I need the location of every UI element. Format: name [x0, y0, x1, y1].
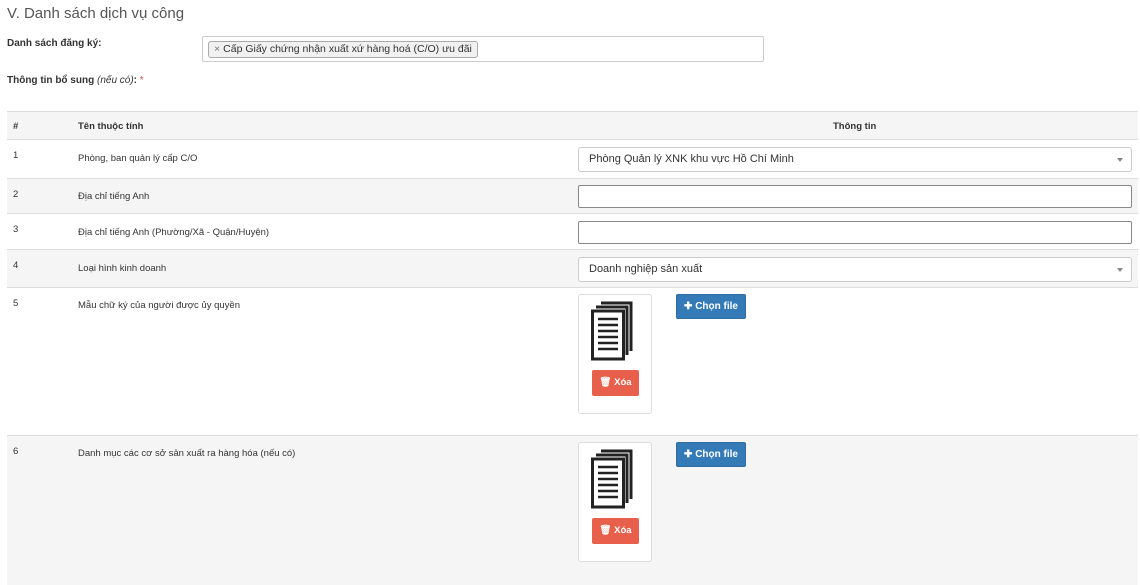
row-name: Mẫu chữ ký của người được ủy quyền [78, 300, 240, 311]
choose-file-button[interactable]: ✚ Chọn file [676, 294, 746, 319]
row-num: 5 [13, 298, 19, 309]
office-select[interactable]: Phòng Quản lý XNK khu vực Hồ Chí Minh [578, 147, 1132, 172]
delete-label: Xóa [614, 525, 632, 536]
header-num: # [13, 121, 19, 132]
registration-label: Danh sách đăng ký: [7, 38, 102, 49]
chevron-down-icon [1117, 268, 1123, 272]
table-row: 2 Địa chỉ tiếng Anh [7, 178, 1138, 213]
extra-info-label: Thông tin bổ sung (nếu có): * [7, 75, 144, 86]
business-type-select[interactable]: Doanh nghiệp sản xuất [578, 257, 1132, 282]
delete-file-button[interactable]: 🗑 Xóa [592, 370, 639, 396]
table-row: 3 Địa chỉ tiếng Anh (Phường/Xã - Quận/Hu… [7, 213, 1138, 249]
tag-label: Cấp Giấy chứng nhận xuất xứ hàng hoá (C/… [223, 43, 472, 55]
registration-multiselect[interactable]: × Cấp Giấy chứng nhận xuất xứ hàng hoá (C… [202, 36, 764, 62]
required-mark: * [139, 75, 144, 86]
row-name: Địa chỉ tiếng Anh [78, 191, 150, 202]
choose-file-button[interactable]: ✚ Chọn file [676, 442, 746, 467]
table-row: 1 Phòng, ban quản lý cấp C/O Phòng Quản … [7, 139, 1138, 178]
header-name: Tên thuộc tính [78, 121, 144, 132]
delete-label: Xóa [614, 377, 632, 388]
optional-hint: (nếu có) [96, 75, 134, 86]
row-num: 3 [13, 224, 19, 235]
row-num: 4 [13, 260, 19, 271]
row-num: 1 [13, 150, 19, 161]
row-name: Loại hình kinh doanh [78, 263, 167, 274]
chevron-down-icon [1117, 158, 1123, 162]
row-name: Danh mục các cơ sở sản xuất ra hàng hóa … [78, 448, 296, 459]
delete-file-button[interactable]: 🗑 Xóa [592, 518, 639, 544]
document-icon [591, 449, 633, 509]
business-type-value: Doanh nghiệp sản xuất [589, 263, 703, 275]
extra-info-text: Thông tin bổ sung [7, 75, 95, 86]
plus-icon: ✚ [684, 301, 693, 312]
selected-service-tag: × Cấp Giấy chứng nhận xuất xứ hàng hoá (C… [208, 41, 478, 58]
trash-icon: 🗑 [599, 525, 612, 536]
extra-info-colon: : [133, 75, 138, 86]
table-row: 5 Mẫu chữ ký của người được ủy quyền 🗑 X… [7, 287, 1138, 435]
row-num: 2 [13, 189, 19, 200]
choose-file-label: Chọn file [695, 449, 738, 460]
facility-file-preview: 🗑 Xóa [578, 442, 652, 562]
section-title: V. Danh sách dịch vụ công [7, 5, 185, 22]
english-ward-district-input[interactable] [578, 221, 1132, 244]
row-num: 6 [13, 446, 19, 457]
table-row: 4 Loại hình kinh doanh Doanh nghiệp sản … [7, 249, 1138, 287]
tag-remove-icon[interactable]: × [214, 43, 220, 55]
row-name: Phòng, ban quản lý cấp C/O [78, 153, 198, 164]
trash-icon: 🗑 [599, 377, 612, 388]
row-name: Địa chỉ tiếng Anh (Phường/Xã - Quận/Huyệ… [78, 227, 270, 238]
signature-file-preview: 🗑 Xóa [578, 294, 652, 414]
header-info: Thông tin [833, 121, 877, 132]
choose-file-label: Chọn file [695, 301, 738, 312]
table-header: # Tên thuộc tính Thông tin [7, 111, 1138, 139]
english-address-input[interactable] [578, 185, 1132, 208]
document-icon [591, 301, 633, 361]
plus-icon: ✚ [684, 449, 693, 460]
table-row: 6 Danh mục các cơ sở sản xuất ra hàng hó… [7, 435, 1138, 585]
office-select-value: Phòng Quản lý XNK khu vực Hồ Chí Minh [589, 153, 794, 165]
